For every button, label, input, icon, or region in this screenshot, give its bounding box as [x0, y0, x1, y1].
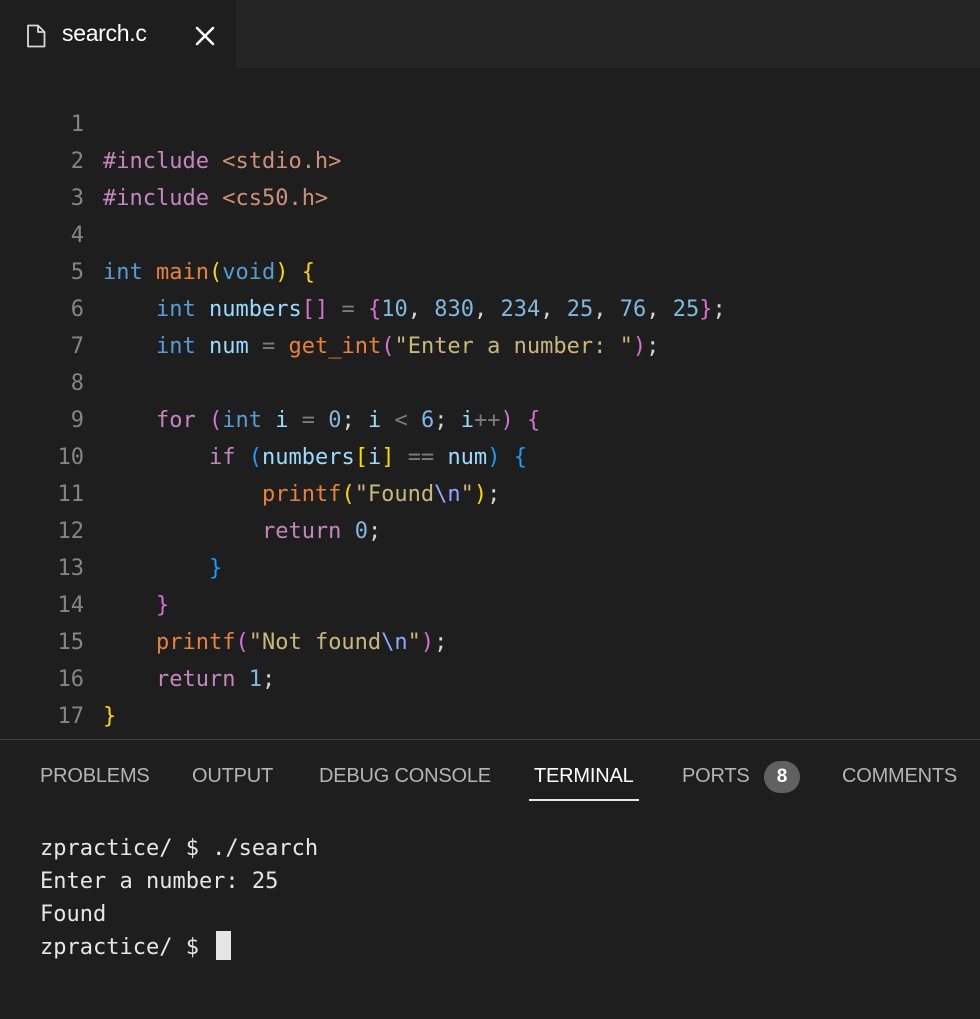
code-line: 17	[0, 661, 980, 729]
file-icon	[27, 24, 46, 48]
code-line: 18	[0, 698, 980, 735]
code-line: 7	[0, 291, 980, 359]
code-line: 10 printf("Found\n");	[0, 402, 980, 507]
code-line: 6 int num = get_int("Enter a number: ");	[0, 254, 980, 359]
tab-label: search.c	[62, 20, 147, 46]
code-line: 8 for (int i = 0; i < 6; i++) {	[0, 328, 980, 433]
code-line: 16 }	[0, 624, 980, 729]
tab-comments[interactable]: COMMENTS	[842, 765, 957, 788]
code-line: 2 #include <cs50.h>	[0, 106, 980, 211]
bottom-panel: PROBLEMS OUTPUT DEBUG CONSOLE TERMINAL P…	[0, 739, 980, 1019]
code-line: 15 return 1;	[0, 587, 980, 692]
code-line: 14 printf("Not found\n");	[0, 550, 980, 655]
tab-debug-console[interactable]: DEBUG CONSOLE	[319, 765, 491, 788]
code-line: 1 #include <stdio.h>	[0, 69, 980, 174]
panel-tab-bar: PROBLEMS OUTPUT DEBUG CONSOLE TERMINAL P…	[0, 740, 980, 810]
tab-output[interactable]: OUTPUT	[192, 765, 273, 788]
terminal-output[interactable]: zpractice/ $ ./search Enter a number: 25…	[40, 832, 318, 964]
code-editor[interactable]: 1 #include <stdio.h> 2 #include <cs50.h>…	[0, 69, 980, 739]
tab-problems[interactable]: PROBLEMS	[40, 765, 150, 788]
code-line: 4 int main(void) {	[0, 180, 980, 285]
code-line: 13 }	[0, 513, 980, 618]
code-line: 12 }	[0, 476, 980, 581]
terminal-prompt-line[interactable]: zpractice/ $	[40, 931, 318, 964]
code-line: 3	[0, 143, 980, 211]
terminal-line: Found	[40, 902, 107, 927]
terminal-cursor	[216, 931, 232, 960]
editor-tab-bar: search.c	[0, 0, 980, 69]
ports-count-badge: 8	[764, 761, 800, 793]
tab-ports[interactable]: PORTS	[682, 765, 750, 788]
tab-terminal[interactable]: TERMINAL	[534, 765, 634, 788]
close-icon[interactable]	[192, 23, 218, 49]
active-tab-indicator	[529, 799, 639, 801]
tab-search-c[interactable]: search.c	[0, 0, 237, 69]
terminal-prompt: zpractice/ $	[40, 935, 213, 960]
code-line: 5 int numbers[] = {10, 830, 234, 25, 76,…	[0, 217, 980, 322]
code-line: 9 if (numbers[i] == num) {	[0, 365, 980, 470]
terminal-line: Enter a number: 25	[40, 869, 279, 894]
terminal-line: zpractice/ $ ./search	[40, 836, 319, 861]
code-line: 11 return 0;	[0, 439, 980, 544]
